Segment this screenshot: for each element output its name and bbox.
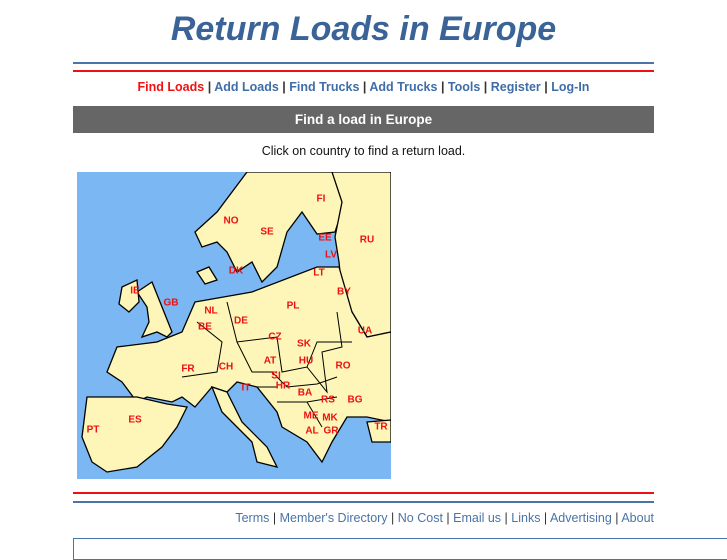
country-be[interactable]: BE xyxy=(198,322,212,333)
country-no[interactable]: NO xyxy=(224,216,239,227)
country-bg[interactable]: BG xyxy=(348,395,363,406)
separator: | xyxy=(480,80,491,94)
footer-advertising[interactable]: Advertising xyxy=(550,511,612,525)
separator: | xyxy=(204,80,215,94)
country-pt[interactable]: PT xyxy=(87,425,100,436)
nav-find-trucks[interactable]: Find Trucks xyxy=(289,80,359,94)
separator: | xyxy=(442,511,454,525)
separator: | xyxy=(540,80,552,94)
section-title: Find a load in Europe xyxy=(73,106,654,133)
page-title: Return Loads in Europe xyxy=(170,10,557,48)
country-ee[interactable]: EE xyxy=(318,233,331,244)
country-lv[interactable]: LV xyxy=(325,250,337,261)
footer-member-s-directory[interactable]: Member's Directory xyxy=(280,511,388,525)
instruction-text: Click on country to find a return load. xyxy=(261,144,466,158)
nav-register[interactable]: Register xyxy=(491,80,541,94)
separator: | xyxy=(387,511,398,525)
country-hr[interactable]: HR xyxy=(276,381,290,392)
divider xyxy=(73,492,654,494)
country-mk[interactable]: MK xyxy=(322,413,338,424)
country-se[interactable]: SE xyxy=(260,227,273,238)
country-es[interactable]: ES xyxy=(128,415,141,426)
separator: | xyxy=(540,511,550,525)
separator: | xyxy=(437,80,448,94)
country-lt[interactable]: LT xyxy=(313,268,324,279)
nav-tools[interactable]: Tools xyxy=(448,80,480,94)
country-ua[interactable]: UA xyxy=(358,326,372,337)
country-ch[interactable]: CH xyxy=(219,362,233,373)
footer-about[interactable]: About xyxy=(621,511,654,525)
main-nav: Find Loads | Add Loads | Find Trucks | A… xyxy=(73,80,654,94)
country-ba[interactable]: BA xyxy=(298,388,312,399)
nav-log-in[interactable]: Log-In xyxy=(551,80,589,94)
separator: | xyxy=(501,511,512,525)
country-de[interactable]: DE xyxy=(234,316,248,327)
separator: | xyxy=(359,80,370,94)
separator: | xyxy=(611,511,622,525)
country-me[interactable]: ME xyxy=(304,411,319,422)
country-al[interactable]: AL xyxy=(305,426,318,437)
divider xyxy=(73,501,654,503)
country-by[interactable]: BY xyxy=(337,287,351,298)
divider xyxy=(73,70,654,72)
country-nl[interactable]: NL xyxy=(204,306,217,317)
country-ro[interactable]: RO xyxy=(336,361,351,372)
footer-no-cost[interactable]: No Cost xyxy=(398,511,443,525)
country-tr[interactable]: TR xyxy=(374,422,387,433)
separator: | xyxy=(278,80,290,94)
footer-terms[interactable]: Terms xyxy=(235,511,269,525)
nav-add-loads[interactable]: Add Loads xyxy=(214,80,279,94)
country-cz[interactable]: CZ xyxy=(268,332,281,343)
country-fr[interactable]: FR xyxy=(181,364,194,375)
nav-find-loads[interactable]: Find Loads xyxy=(138,80,205,94)
country-ru[interactable]: RU xyxy=(360,235,374,246)
footer-links[interactable]: Links xyxy=(511,511,540,525)
country-hu[interactable]: HU xyxy=(299,356,313,367)
country-fi[interactable]: FI xyxy=(317,194,326,205)
divider xyxy=(73,62,654,64)
country-at[interactable]: AT xyxy=(264,356,277,367)
country-ie[interactable]: IE xyxy=(130,286,139,297)
country-gb[interactable]: GB xyxy=(164,298,179,309)
country-sk[interactable]: SK xyxy=(297,339,311,350)
country-dk[interactable]: DK xyxy=(229,266,243,277)
europe-map[interactable]: FI NO SE EE RU LV DK LT IE BY GB NL PL BE DE UA CZ SK FR CH… xyxy=(77,172,391,479)
country-pl[interactable]: PL xyxy=(287,301,300,312)
separator: | xyxy=(269,511,280,525)
country-rs[interactable]: RS xyxy=(321,395,335,406)
footer-links: Terms | Member's Directory | No Cost | E… xyxy=(73,511,654,525)
footer-email-us[interactable]: Email us xyxy=(453,511,501,525)
nav-add-trucks[interactable]: Add Trucks xyxy=(369,80,437,94)
bottom-info-box xyxy=(73,538,727,560)
country-it[interactable]: IT xyxy=(242,383,251,394)
country-gr[interactable]: GR xyxy=(324,426,339,437)
